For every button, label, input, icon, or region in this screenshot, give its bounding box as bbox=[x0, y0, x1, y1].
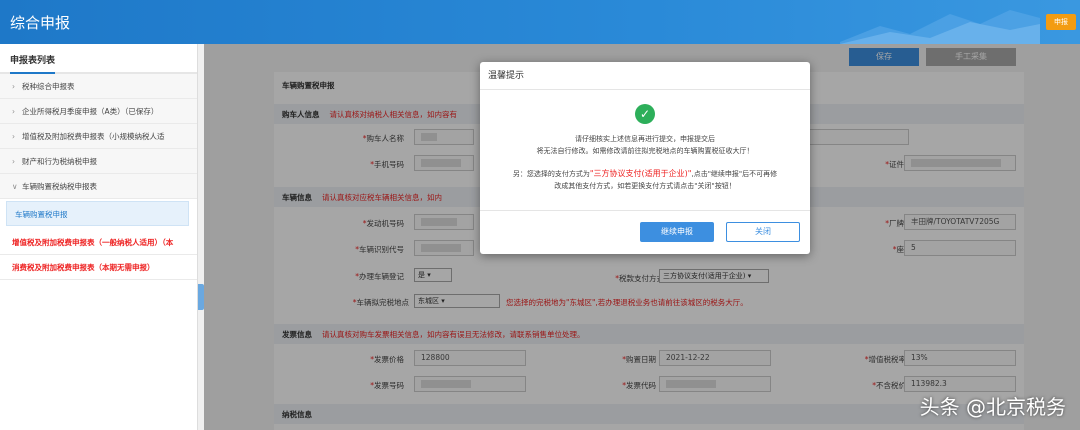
declare-tag[interactable]: 申报 bbox=[1046, 14, 1076, 30]
dialog-line-2: 将无法自行修改。如需修改请前往拟完税地点的车辆购置税征收大厅！ bbox=[536, 147, 754, 155]
sidebar-title: 申报表列表 bbox=[0, 44, 197, 74]
dialog-line-3: 另：您选择的支付方式为"三方协议支付(适用于企业)",点击"继续申报"后不可再修 bbox=[512, 169, 778, 178]
watermark: 头条 @北京税务 bbox=[919, 395, 1066, 419]
top-header: 综合申报 申报 bbox=[0, 0, 1080, 44]
success-check-icon: ✓ bbox=[635, 104, 655, 124]
reminder-dialog: 温馨提示 ✓ 请仔细核实上述信息再进行提交，申报提交后 将无法自行修改。如需修改… bbox=[480, 62, 810, 254]
app-title: 综合申报 bbox=[10, 14, 71, 32]
sidebar: 申报表列表 › 税种综合申报表 › 企业所得税月季度申报（A类）（已保存） › 增值税… bbox=[0, 44, 198, 430]
dialog-title: 温馨提示 bbox=[480, 62, 810, 90]
dialog-line-4: 改成其他支付方式，如若更换支付方式请点击"关闭"按钮！ bbox=[554, 182, 736, 190]
sidebar-item-comprehensive[interactable]: › 税种综合申报表 bbox=[0, 74, 197, 99]
sidebar-item-vat-small[interactable]: › 增值税及附加税费申报表（小规模纳税人适 bbox=[0, 124, 197, 149]
sidebar-item-consumption[interactable]: 消费税及附加税费申报表（本期无需申报） bbox=[0, 255, 197, 280]
dialog-divider bbox=[480, 210, 810, 211]
chevron-down-icon: ∨ bbox=[12, 182, 18, 191]
sidebar-item-vehicle[interactable]: ∨ 车辆购置税纳税申报表 bbox=[0, 174, 197, 199]
dialog-line-1: 请仔细核实上述信息再进行提交，申报提交后 bbox=[575, 135, 715, 143]
chevron-right-icon: › bbox=[12, 157, 15, 166]
chevron-right-icon: › bbox=[12, 107, 15, 116]
sidebar-item-property[interactable]: › 财产和行为税纳税申报 bbox=[0, 149, 197, 174]
close-button[interactable]: 关闭 bbox=[726, 222, 800, 242]
chevron-right-icon: › bbox=[12, 82, 15, 91]
continue-declare-button[interactable]: 继续申报 bbox=[640, 222, 714, 242]
sidebar-item-cit[interactable]: › 企业所得税月季度申报（A类）（已保存） bbox=[0, 99, 197, 124]
chevron-right-icon: › bbox=[12, 132, 15, 141]
great-wall-decoration bbox=[840, 10, 1040, 44]
sidebar-item-vat-general[interactable]: 增值税及附加税费申报表（一般纳税人适用）（本 bbox=[0, 230, 197, 255]
sidebar-item-vehicle-declare[interactable]: 车辆购置税申报 bbox=[6, 201, 189, 226]
